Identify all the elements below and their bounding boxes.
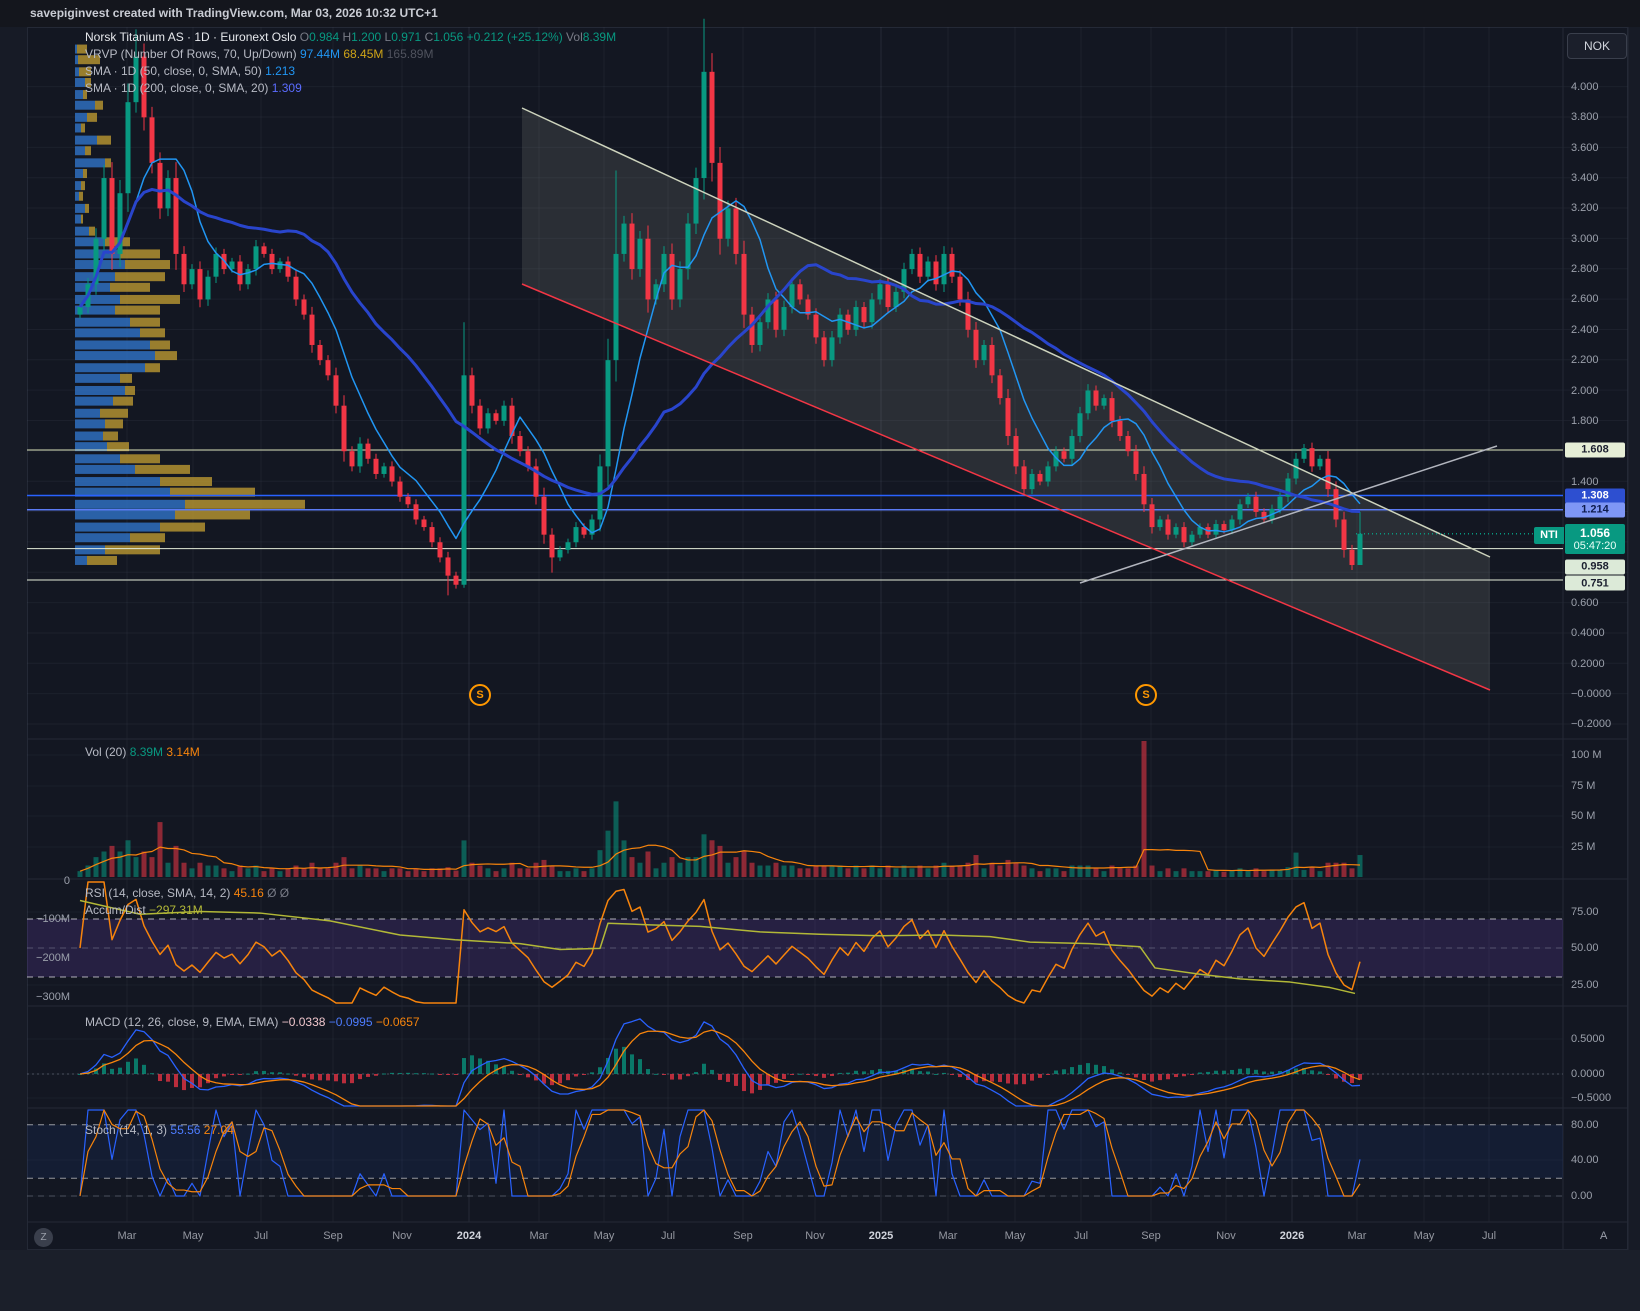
bar-countdown: 05:47:20 [1565, 540, 1625, 552]
vrvp-legend[interactable]: VRVP (Number Of Rows, 70, Up/Down) 97.44… [85, 46, 433, 63]
auto-scale-button[interactable]: A [1600, 1230, 1607, 1242]
time-axis-tick[interactable]: Sep [1141, 1230, 1161, 1242]
price-axis-tick[interactable]: −0.2000 [1571, 718, 1627, 730]
price-axis-tick[interactable]: 4.000 [1571, 81, 1627, 93]
sell-signal-marker: S [1135, 684, 1157, 706]
stoch-legend[interactable]: Stoch (14, 1, 3) 55.56 27.04 [85, 1122, 234, 1139]
macd-axis-tick[interactable]: −0.5000 [1571, 1092, 1627, 1104]
sell-signal-marker: S [469, 684, 491, 706]
rsi-axis-tick[interactable]: 25.00 [1571, 979, 1627, 991]
volume-legend[interactable]: Vol (20) 8.39M 3.14M [85, 744, 200, 761]
time-axis-tick[interactable]: Jul [1074, 1230, 1088, 1242]
price-line-label: 1.608 [1565, 442, 1625, 457]
time-axis-tick[interactable]: Mar [530, 1230, 549, 1242]
rsi-axis-tick[interactable]: 50.00 [1571, 942, 1627, 954]
price-axis-tick[interactable]: −0.0000 [1571, 688, 1627, 700]
footer: TradingView [0, 1250, 1640, 1311]
price-axis-tick[interactable]: 2.800 [1571, 263, 1627, 275]
last-price-label: 1.056 05:47:20 [1565, 524, 1625, 554]
volume-axis-tick[interactable]: 100 M [1571, 749, 1627, 761]
time-axis-tick[interactable]: Sep [323, 1230, 343, 1242]
time-axis-tick[interactable]: May [1005, 1230, 1026, 1242]
time-axis-tick[interactable]: Jul [1482, 1230, 1496, 1242]
time-axis-tick[interactable]: May [183, 1230, 204, 1242]
time-axis-tick[interactable]: 2024 [457, 1230, 481, 1242]
rsi-legend[interactable]: RSI (14, close, SMA, 14, 2) 45.16 Ø Ø [85, 885, 289, 902]
sma50-legend[interactable]: SMA · 1D (50, close, 0, SMA, 50) 1.213 [85, 63, 295, 80]
time-axis-tick[interactable]: Nov [1216, 1230, 1236, 1242]
symbol-price-tag: NTI [1534, 527, 1564, 544]
accum-axis-tick: −100M [24, 913, 70, 925]
volume-axis-tick[interactable]: 25 M [1571, 841, 1627, 853]
attribution-bar: savepiginvest created with TradingView.c… [0, 0, 1640, 27]
rsi-axis-tick[interactable]: 75.00 [1571, 906, 1627, 918]
attribution-text: savepiginvest created with TradingView.c… [30, 6, 438, 20]
price-line-label: 1.308 [1565, 488, 1625, 503]
accum-axis-tick: −300M [24, 991, 70, 1003]
time-axis-tick[interactable]: 2025 [869, 1230, 893, 1242]
price-axis-tick[interactable]: 3.600 [1571, 142, 1627, 154]
macd-legend[interactable]: MACD (12, 26, close, 9, EMA, EMA) −0.033… [85, 1014, 420, 1031]
time-axis-tick[interactable]: May [594, 1230, 615, 1242]
volume-axis-tick[interactable]: 75 M [1571, 780, 1627, 792]
price-axis-tick[interactable]: 2.200 [1571, 354, 1627, 366]
accum-dist-legend[interactable]: Accum/Dist −297.31M [85, 902, 203, 919]
symbol-title: Norsk Titanium AS · 1D · Euronext Oslo [85, 30, 296, 44]
macd-axis-tick[interactable]: 0.5000 [1571, 1033, 1627, 1045]
price-axis-tick[interactable]: 1.400 [1571, 476, 1627, 488]
price-axis-tick[interactable]: 0.4000 [1571, 627, 1627, 639]
volume-axis-tick[interactable]: 50 M [1571, 810, 1627, 822]
stoch-axis-tick[interactable]: 80.00 [1571, 1119, 1627, 1131]
price-axis-tick[interactable]: 0.2000 [1571, 658, 1627, 670]
price-axis-tick[interactable]: 0.600 [1571, 597, 1627, 609]
symbol-legend[interactable]: Norsk Titanium AS · 1D · Euronext Oslo O… [85, 29, 616, 46]
accum-axis-tick: −200M [24, 952, 70, 964]
time-axis-tick[interactable]: Jul [254, 1230, 268, 1242]
change-value: +0.212 (+25.12%) [467, 30, 563, 44]
macd-axis-tick[interactable]: 0.0000 [1571, 1068, 1627, 1080]
time-axis-tick[interactable]: Sep [733, 1230, 753, 1242]
time-axis-tick[interactable]: Mar [1348, 1230, 1367, 1242]
time-axis-tick[interactable]: Mar [118, 1230, 137, 1242]
chart-container[interactable] [27, 27, 1628, 1250]
stoch-axis-tick[interactable]: 0.00 [1571, 1190, 1627, 1202]
time-axis-tick[interactable]: Nov [805, 1230, 825, 1242]
price-axis-tick[interactable]: 2.600 [1571, 293, 1627, 305]
stoch-axis-tick[interactable]: 40.00 [1571, 1154, 1627, 1166]
price-line-label: 0.958 [1565, 559, 1625, 574]
price-axis-tick[interactable]: 2.000 [1571, 385, 1627, 397]
last-price-value: 1.056 [1565, 526, 1625, 540]
price-axis-tick[interactable]: 3.200 [1571, 202, 1627, 214]
time-axis-tick[interactable]: Jul [661, 1230, 675, 1242]
price-axis-tick[interactable]: 3.800 [1571, 111, 1627, 123]
price-line-label: 0.751 [1565, 576, 1625, 591]
currency-button[interactable]: NOK [1567, 33, 1627, 59]
price-line-label: 1.214 [1565, 502, 1625, 517]
time-axis-tick[interactable]: Mar [939, 1230, 958, 1242]
hidden-eye-icon[interactable]: Ø [280, 886, 289, 900]
price-axis-tick[interactable]: 3.400 [1571, 172, 1627, 184]
hidden-eye-icon[interactable]: Ø [267, 886, 276, 900]
price-axis-tick[interactable]: 2.400 [1571, 324, 1627, 336]
sma200-legend[interactable]: SMA · 1D (200, close, 0, SMA, 20) 1.309 [85, 80, 302, 97]
time-axis-tick[interactable]: May [1414, 1230, 1435, 1242]
price-axis-tick[interactable]: 3.000 [1571, 233, 1627, 245]
accum-axis-tick: 0 [24, 875, 70, 887]
time-axis-tick[interactable]: 2026 [1280, 1230, 1304, 1242]
zoom-out-button[interactable]: Z [34, 1228, 53, 1247]
price-axis-tick[interactable]: 1.800 [1571, 415, 1627, 427]
time-axis-tick[interactable]: Nov [392, 1230, 412, 1242]
